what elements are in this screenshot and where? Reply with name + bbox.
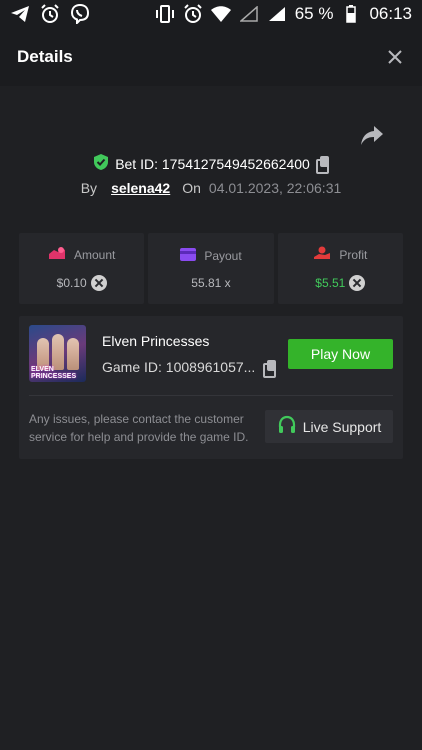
share-icon[interactable] — [360, 125, 384, 147]
vibrate-icon — [155, 4, 175, 24]
game-thumbnail[interactable]: ELVEN PRINCESSES — [29, 325, 86, 382]
live-support-label: Live Support — [302, 418, 382, 435]
battery-percent: 65 % — [294, 4, 334, 23]
amount-label: Amount — [73, 247, 116, 262]
payout-label: Payout — [204, 248, 242, 263]
alarm-icon — [183, 4, 203, 24]
divider — [29, 395, 393, 396]
signal-icon — [267, 4, 287, 24]
game-name: Elven Princesses — [102, 333, 210, 349]
amount-card: Amount $0.10 — [19, 233, 145, 304]
telegram-icon — [10, 4, 30, 24]
thumbnail-figure — [52, 334, 64, 370]
bet-id: Bet ID: 1754127549452662400 — [115, 155, 310, 172]
stats-cards: Amount $0.10 Payout 55.81 x Profit $5.51 — [19, 233, 403, 304]
signal-empty-icon — [239, 4, 259, 24]
copy-game-id-icon[interactable] — [263, 359, 277, 378]
wifi-icon — [210, 4, 231, 24]
headset-icon — [277, 415, 297, 438]
shield-check-icon — [93, 153, 109, 174]
amount-value-row: $0.10 — [57, 275, 107, 291]
battery-icon — [341, 4, 361, 24]
copy-bet-id-icon[interactable] — [315, 156, 329, 174]
alarm-clock-icon — [40, 4, 60, 24]
viber-icon — [70, 4, 90, 24]
amount-value: $0.10 — [56, 276, 87, 290]
amount-label-row: Amount — [48, 246, 115, 263]
payout-card: Payout 55.81 x — [148, 233, 274, 304]
status-bar: 65 % 06:13 — [0, 0, 422, 28]
payout-value: 55.81 x — [191, 275, 231, 290]
bet-datetime: 04.01.2023, 22:06:31 — [208, 180, 342, 196]
page-title: Details — [17, 47, 73, 66]
play-now-button[interactable]: Play Now — [288, 339, 393, 369]
profit-value: $5.51 — [315, 276, 346, 290]
game-panel: ELVEN PRINCESSES Elven Princesses Game I… — [19, 316, 403, 459]
game-id-row: Game ID: 1008961057... — [102, 359, 277, 378]
profit-label: Profit — [339, 247, 368, 262]
by-label: By — [80, 180, 98, 196]
username-link[interactable]: selena42 — [111, 180, 170, 196]
bet-id-row: Bet ID: 1754127549452662400 — [0, 153, 422, 174]
profit-label-row: Profit — [313, 246, 367, 263]
support-notice: Any issues, please contact the customer … — [29, 412, 249, 444]
profit-card: Profit $5.51 — [277, 233, 403, 304]
currency-coin-icon — [349, 275, 366, 291]
bet-meta-row: By selena42 On 04.01.2023, 22:06:31 — [0, 180, 422, 196]
clock: 06:13 — [369, 4, 412, 23]
wallet-card-icon — [180, 247, 197, 264]
currency-coin-icon — [90, 275, 107, 291]
payout-value-row: 55.81 x — [191, 276, 230, 290]
thumbnail-logo-text: ELVEN PRINCESSES — [31, 366, 77, 380]
profit-hand-icon — [313, 246, 331, 263]
live-support-button[interactable]: Live Support — [265, 410, 393, 443]
details-header: Details — [0, 28, 422, 86]
close-icon[interactable] — [385, 47, 405, 67]
amount-icon — [48, 246, 66, 263]
on-label: On — [182, 180, 201, 196]
payout-label-row: Payout — [180, 247, 242, 264]
status-bar-right: 65 % 06:13 — [155, 4, 412, 24]
status-bar-left — [10, 4, 90, 24]
game-id: Game ID: 1008961057... — [102, 359, 256, 375]
profit-value-row: $5.51 — [315, 275, 366, 291]
